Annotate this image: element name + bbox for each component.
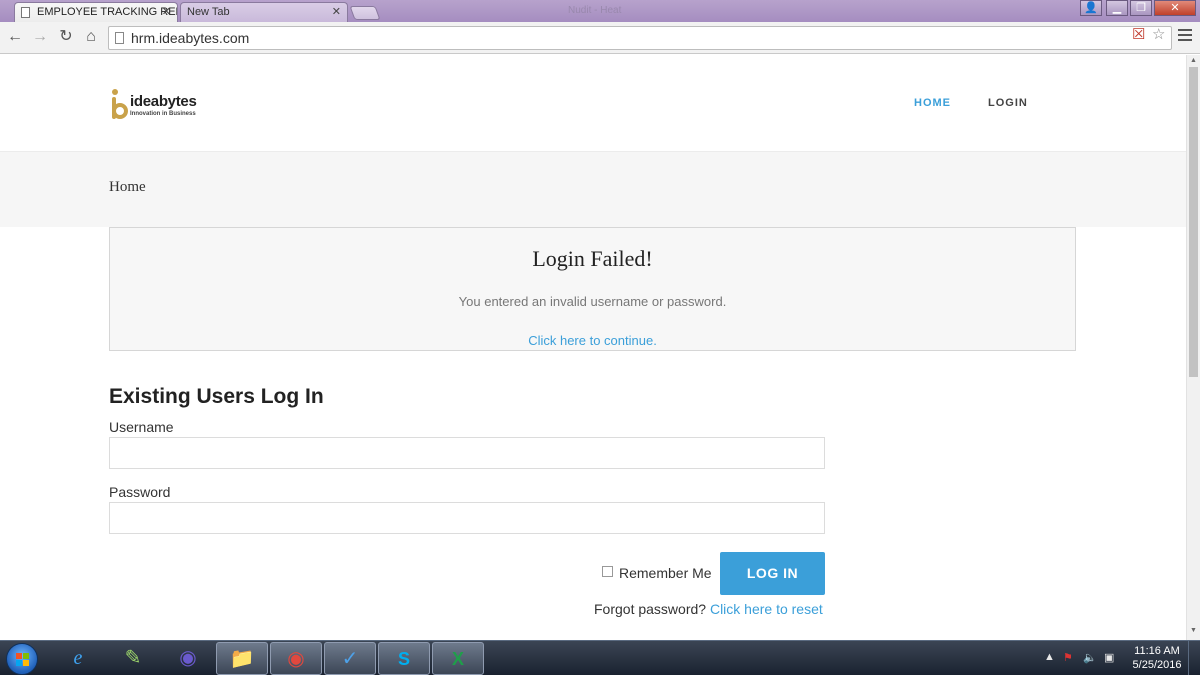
reload-icon[interactable]: ↻: [57, 28, 75, 46]
address-bar[interactable]: hrm.ideabytes.com: [108, 26, 1172, 50]
remember-me-checkbox[interactable]: [602, 566, 613, 577]
network-icon[interactable]: ▣: [1104, 651, 1114, 664]
continue-link[interactable]: Click here to continue.: [110, 333, 1075, 348]
close-window-button[interactable]: ✕: [1154, 0, 1196, 16]
clock-time: 11:16 AM: [1134, 645, 1180, 657]
clock-date: 5/25/2016: [1132, 659, 1182, 671]
remember-me[interactable]: Remember Me: [602, 565, 712, 581]
back-arrow-icon[interactable]: ←: [6, 28, 24, 46]
page-viewport: ideabytes Innovation in Business HOME LO…: [0, 55, 1186, 640]
action-center-icon[interactable]: ⚑: [1063, 651, 1073, 664]
site-header: ideabytes Innovation in Business HOME LO…: [0, 55, 1186, 151]
scroll-down-icon[interactable]: ▼: [1190, 627, 1197, 634]
tab-employee-tracking[interactable]: EMPLOYEE TRACKING REPO ✕: [14, 2, 178, 22]
user-profile-button[interactable]: 👤: [1080, 0, 1102, 16]
page-icon: [115, 32, 124, 44]
skype-icon[interactable]: S: [378, 642, 430, 675]
menu-icon[interactable]: [1178, 29, 1192, 44]
notepad-icon[interactable]: ✎: [107, 642, 159, 675]
url-text: hrm.ideabytes.com: [131, 30, 250, 46]
show-hidden-icons-icon[interactable]: ▲: [1044, 651, 1055, 663]
logo-text: ideabytes: [130, 93, 197, 110]
password-input[interactable]: [109, 502, 825, 534]
new-tab-button[interactable]: [349, 6, 381, 20]
forgot-password: Forgot password? Click here to reset: [594, 601, 823, 617]
forward-arrow-icon[interactable]: →: [31, 28, 49, 46]
windows-logo-icon: [16, 653, 30, 667]
close-tab-icon[interactable]: ✕: [332, 3, 341, 21]
file-explorer-icon[interactable]: 📁: [216, 642, 268, 675]
alert-message: You entered an invalid username or passw…: [458, 294, 727, 309]
username-label: Username: [109, 419, 174, 435]
home-icon[interactable]: ⌂: [82, 28, 100, 46]
ideabytes-logo[interactable]: ideabytes Innovation in Business: [110, 87, 220, 121]
alert-title: Login Failed!: [532, 246, 653, 271]
tab-label: EMPLOYEE TRACKING REPO: [37, 6, 178, 18]
nav-home-link[interactable]: HOME: [914, 97, 951, 109]
windows-taskbar: e ✎ ◉ 📁 ◉ ✓ S X ▲ ⚑ 🔈 ▣ 11:16 AM 5/25/20…: [0, 640, 1200, 675]
blocked-popup-icon[interactable]: ☒: [1132, 25, 1145, 43]
username-input[interactable]: [109, 437, 825, 469]
login-heading: Existing Users Log In: [109, 385, 324, 408]
restore-button[interactable]: ❐: [1130, 0, 1152, 16]
start-button[interactable]: [6, 643, 38, 675]
remember-me-label: Remember Me: [619, 565, 712, 581]
browser-titlebar: EMPLOYEE TRACKING REPO ✕ New Tab ✕ Nudit…: [0, 0, 1200, 22]
breadcrumb: Home: [109, 179, 146, 195]
close-tab-icon[interactable]: ✕: [162, 3, 171, 21]
tab-new-tab[interactable]: New Tab ✕: [180, 2, 348, 22]
show-desktop-button[interactable]: [1188, 641, 1200, 675]
bookmark-star-icon[interactable]: ☆: [1152, 25, 1165, 43]
system-clock[interactable]: 11:16 AM 5/25/2016: [1128, 644, 1186, 672]
page-scrollbar[interactable]: ▲ ▼: [1186, 55, 1200, 640]
logo-mark-icon: [110, 89, 128, 119]
git-tool-icon[interactable]: ✓: [324, 642, 376, 675]
reset-password-link[interactable]: Click here to reset: [710, 601, 823, 617]
password-label: Password: [109, 484, 171, 500]
breadcrumb-bar: Home: [0, 151, 1186, 227]
forgot-password-text: Forgot password?: [594, 601, 707, 617]
volume-icon[interactable]: 🔈: [1083, 651, 1097, 664]
login-failed-alert: Login Failed! You entered an invalid use…: [109, 227, 1076, 351]
nav-login-link[interactable]: LOGIN: [988, 97, 1028, 109]
login-button[interactable]: LOG IN: [720, 552, 825, 595]
page-icon: [21, 7, 30, 18]
window-title: Nudit - Heat: [568, 5, 622, 16]
browser-toolbar: ← → ↻ ⌂ hrm.ideabytes.com ☒ ☆: [0, 22, 1200, 54]
eclipse-icon[interactable]: ◉: [162, 642, 214, 675]
logo-tagline: Innovation in Business: [130, 111, 196, 117]
scrollbar-thumb[interactable]: [1189, 67, 1198, 377]
minimize-button[interactable]: ▁: [1106, 0, 1128, 16]
scroll-up-icon[interactable]: ▲: [1190, 57, 1197, 64]
tab-label: New Tab: [187, 6, 230, 18]
excel-icon[interactable]: X: [432, 642, 484, 675]
internet-explorer-icon[interactable]: e: [52, 642, 104, 675]
chrome-icon[interactable]: ◉: [270, 642, 322, 675]
